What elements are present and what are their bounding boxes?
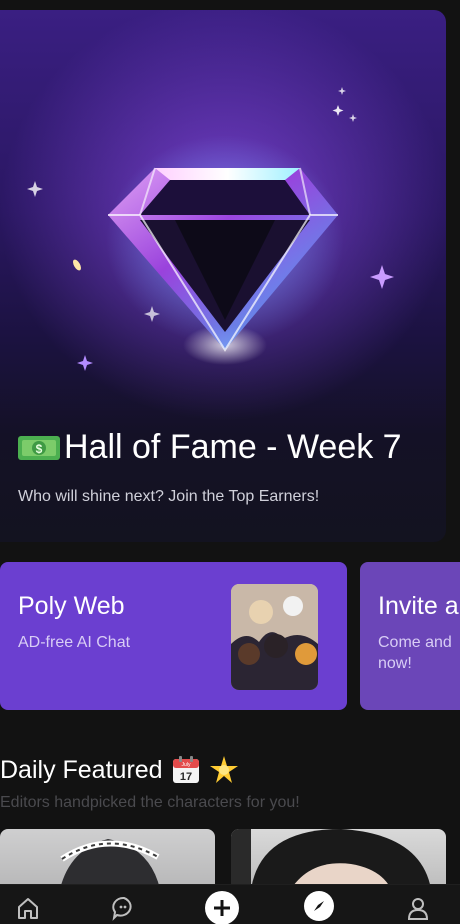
svg-text:17: 17 — [179, 771, 191, 783]
card-title: Poly Web — [18, 592, 125, 620]
poly-web-card[interactable]: Poly Web AD-free AI Chat — [0, 562, 347, 710]
nav-explore[interactable] — [304, 891, 334, 921]
profile-icon — [407, 898, 429, 920]
explore-icon — [314, 901, 324, 911]
chat-icon — [112, 896, 132, 921]
diamond-illustration — [27, 87, 394, 371]
invite-card[interactable]: Invite a Come and now! — [360, 562, 460, 710]
svg-text:$: $ — [36, 442, 43, 456]
card-subtitle-line-2: now! — [378, 655, 412, 672]
hero-title-text: Hall of Fame - Week 7 — [64, 428, 402, 466]
featured-character-card[interactable] — [231, 829, 446, 889]
nav-home[interactable] — [13, 893, 43, 923]
daily-featured-subtitle: Editors handpicked the characters for yo… — [0, 794, 300, 811]
hero-title: $ Hall of Fame - Week 7 — [18, 428, 402, 467]
characters-thumbnail — [231, 584, 318, 690]
add-icon — [214, 900, 230, 916]
card-subtitle: Come and now! — [378, 632, 452, 674]
card-title: Invite a — [378, 592, 459, 620]
daily-featured-title-text: Daily Featured — [0, 755, 163, 784]
daily-featured-title: Daily Featured July 17 — [0, 755, 239, 785]
nav-create[interactable] — [205, 891, 239, 924]
home-icon — [18, 898, 38, 919]
nav-chat[interactable] — [109, 893, 139, 923]
card-subtitle: AD-free AI Chat — [18, 634, 131, 651]
calendar-emoji-icon: July 17 — [172, 756, 199, 783]
star-emoji-icon — [209, 756, 238, 783]
money-bill-emoji-icon: $ — [18, 435, 60, 460]
nav-profile[interactable] — [403, 893, 433, 923]
bottom-navigation — [0, 884, 460, 924]
svg-text:July: July — [181, 762, 190, 768]
hero-subtitle: Who will shine next? Join the Top Earner… — [18, 488, 320, 505]
hall-of-fame-banner[interactable]: $ Hall of Fame - Week 7 Who will shine n… — [0, 10, 446, 542]
featured-character-card[interactable] — [0, 829, 215, 889]
card-subtitle-line-1: Come and — [378, 634, 452, 651]
